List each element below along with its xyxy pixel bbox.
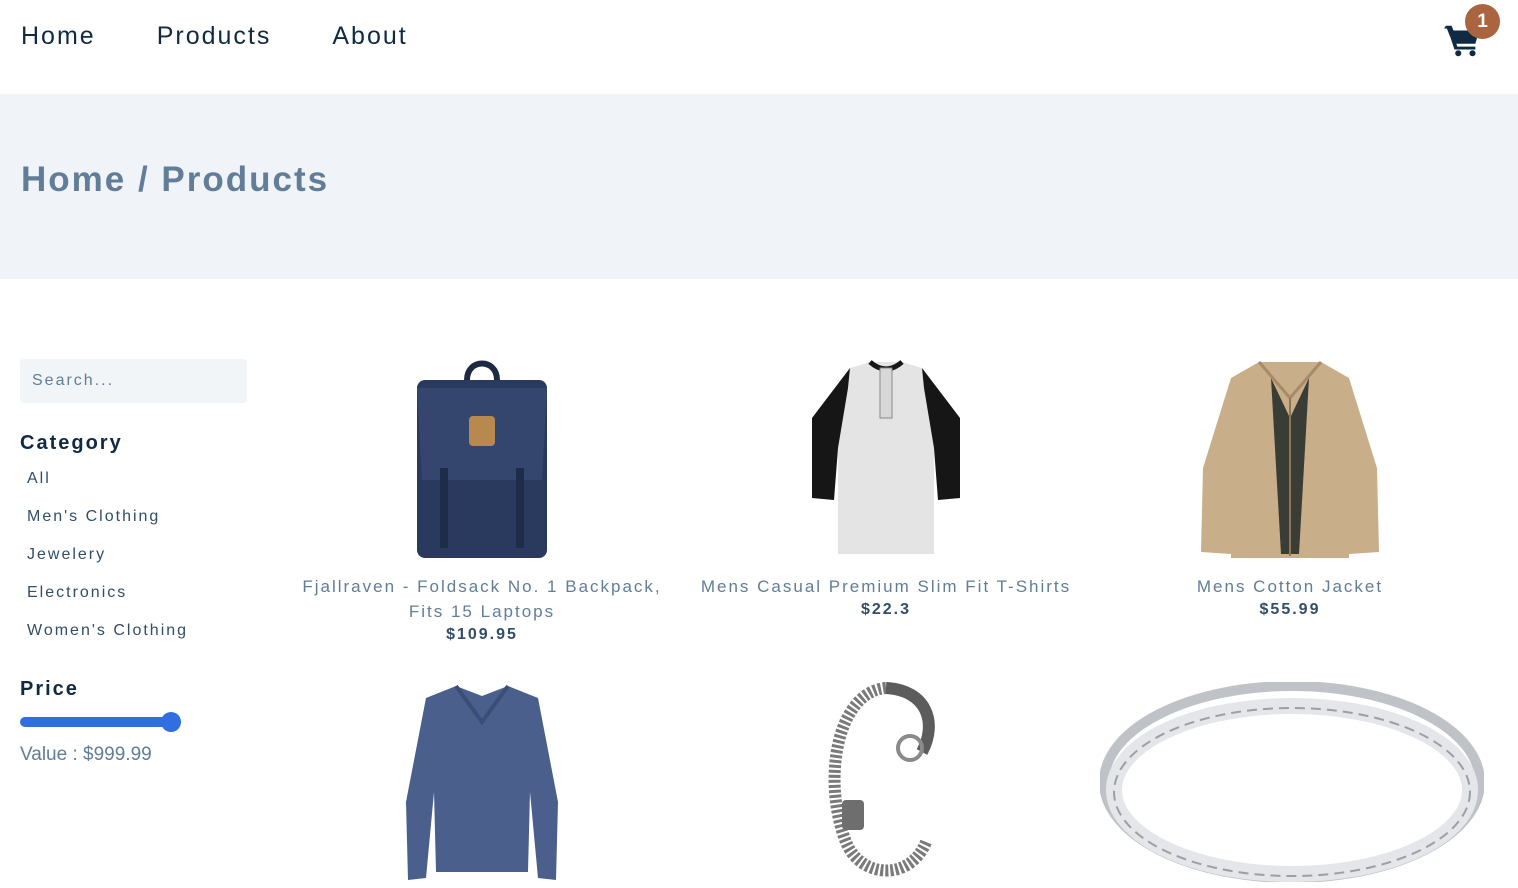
product-name: Mens Cotton Jacket xyxy=(1196,577,1384,596)
category-list: All Men's Clothing Jewelery Electronics … xyxy=(27,468,188,658)
tshirt-image xyxy=(812,360,960,554)
price-heading: Price xyxy=(20,678,79,700)
product-card[interactable] xyxy=(300,682,664,882)
category-item-womens-clothing[interactable]: Women's Clothing xyxy=(27,620,188,658)
ring-image xyxy=(1100,682,1484,882)
nav-links: Home Products About xyxy=(21,22,408,51)
product-card[interactable] xyxy=(1100,682,1484,882)
nav-link-home[interactable]: Home xyxy=(21,22,96,51)
backpack-image xyxy=(417,360,547,558)
nav-link-products[interactable]: Products xyxy=(157,22,272,51)
search-input[interactable] xyxy=(20,359,247,403)
long-sleeve-shirt-image xyxy=(406,684,558,880)
category-item-jewelery[interactable]: Jewelery xyxy=(27,544,188,582)
price-value-label: Value : $999.99 xyxy=(20,744,152,765)
product-card[interactable]: Fjallraven - Foldsack No. 1 Backpack, Fi… xyxy=(300,358,664,644)
category-item-all[interactable]: All xyxy=(27,468,188,506)
product-card[interactable]: Mens Casual Premium Slim Fit T-Shirts $2… xyxy=(700,358,1072,619)
top-navbar: Home Products About 1 xyxy=(0,0,1518,94)
product-name: Mens Casual Premium Slim Fit T-Shirts xyxy=(700,577,1072,596)
price-slider-thumb[interactable] xyxy=(161,712,181,732)
product-card[interactable] xyxy=(700,682,1072,882)
bracelet-image xyxy=(828,682,935,877)
price-slider[interactable] xyxy=(20,712,181,732)
breadcrumb: Home / Products xyxy=(21,160,330,199)
product-price: $55.99 xyxy=(1259,601,1321,618)
category-heading: Category xyxy=(20,432,123,454)
page-hero: Home / Products xyxy=(0,94,1518,279)
product-card[interactable]: Mens Cotton Jacket $55.99 xyxy=(1100,358,1480,619)
product-price: $22.3 xyxy=(860,601,912,618)
jacket-image xyxy=(1201,361,1379,558)
product-name: Fjallraven - Foldsack No. 1 Backpack, Fi… xyxy=(302,577,662,621)
category-item-mens-clothing[interactable]: Men's Clothing xyxy=(27,506,188,544)
category-item-electronics[interactable]: Electronics xyxy=(27,582,188,620)
cart-count-badge: 1 xyxy=(1465,4,1500,39)
price-slider-track xyxy=(20,717,175,727)
nav-link-about[interactable]: About xyxy=(332,22,407,51)
product-price: $109.95 xyxy=(446,626,518,643)
